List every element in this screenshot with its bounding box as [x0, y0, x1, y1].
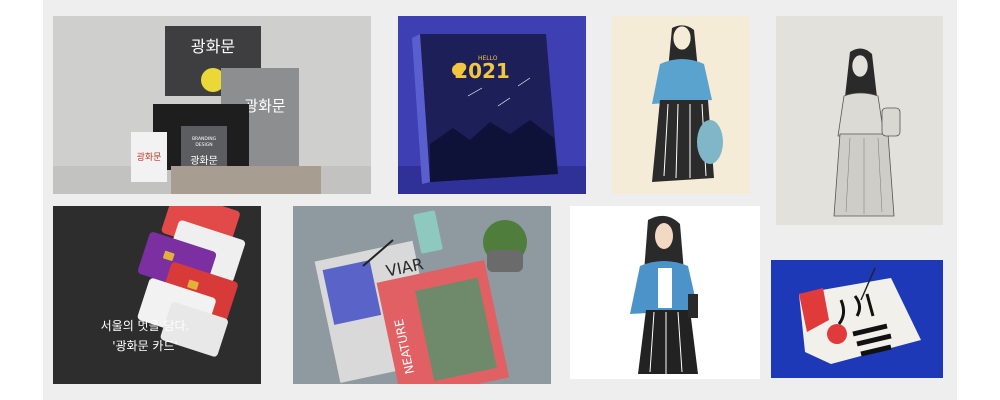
card-tagline-1: 서울의 멋을 담다.: [101, 319, 190, 333]
tile-illustration-woman-sketch[interactable]: [776, 16, 943, 225]
card-design-image: 서울의 멋을 담다. '광화문 카드': [53, 206, 261, 384]
blue-shirt: [652, 59, 712, 104]
woman-denim-image: [570, 206, 760, 379]
shoulder-bag: [688, 294, 698, 318]
card-title: 광화문: [244, 97, 286, 115]
studio-line1: BRANDING: [192, 136, 217, 142]
moon-icon: [452, 64, 464, 76]
tile-gwanghwamun-card[interactable]: 서울의 멋을 담다. '광화문 카드': [53, 206, 261, 384]
tile-illustration-woman-blue-shirt[interactable]: [612, 16, 750, 194]
magazine-mockup-image: VIAR NEATURE: [293, 206, 551, 384]
tile-hello-2021-book[interactable]: HELLO 2021: [398, 16, 586, 194]
tote-bag: [697, 120, 723, 164]
woman-blue-shirt-image: [612, 16, 750, 194]
studio-line2: DESIGN: [195, 142, 212, 148]
right-margin: [957, 0, 1000, 400]
calligraphy-image: [771, 260, 943, 378]
book-mockup-image: HELLO 2021: [398, 16, 586, 194]
tile-calligraphy-flag[interactable]: [771, 260, 943, 378]
tile-gwanghwamun-branding[interactable]: 광화문 광화문 광화문 BRANDING DESIGN 광화문 GRAPHIC …: [53, 16, 371, 194]
card-tagline-2: '광화문 카드': [112, 339, 178, 353]
portfolio-board: 광화문 광화문 광화문 BRANDING DESIGN 광화문 GRAPHIC …: [0, 0, 1000, 400]
tile-magazine-mockup[interactable]: VIAR NEATURE: [293, 206, 551, 384]
plant-pot: [487, 250, 523, 272]
left-margin: [0, 0, 43, 400]
branding-mockup-image: 광화문 광화문 광화문 BRANDING DESIGN 광화문 GRAPHIC …: [53, 16, 371, 194]
backpack: [881, 107, 901, 137]
envelope-title: 광화문: [191, 37, 235, 56]
stone-block: [171, 166, 321, 194]
small-card-title: 광화문: [190, 155, 218, 167]
woman-sketch-image: [776, 16, 943, 225]
tile-illustration-woman-denim[interactable]: [570, 206, 760, 379]
blouse: [837, 92, 885, 137]
logo-text: 광화문: [137, 151, 162, 163]
striped-skirt: [638, 310, 698, 374]
